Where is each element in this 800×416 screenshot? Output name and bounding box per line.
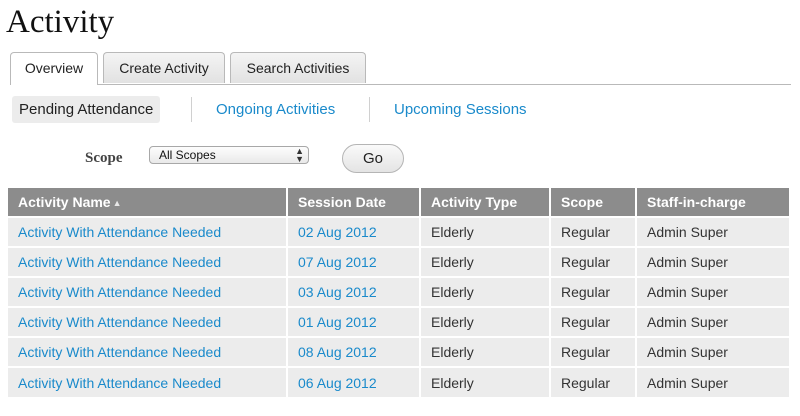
session-date-link[interactable]: 06 Aug 2012 <box>287 366 421 397</box>
activity-name-link[interactable]: Activity With Attendance Needed <box>8 246 288 277</box>
scope-cell: Regular <box>550 246 637 277</box>
staff-cell: Admin Super <box>636 246 789 277</box>
subnav-ongoing-activities[interactable]: Ongoing Activities <box>216 96 335 123</box>
column-header-staff-in-charge[interactable]: Staff-in-charge <box>636 188 789 217</box>
scope-cell: Regular <box>550 336 637 367</box>
activity-type-cell: Elderly <box>420 216 551 247</box>
activity-name-link[interactable]: Activity With Attendance Needed <box>8 306 288 337</box>
column-header-activity-name[interactable]: Activity Name ▲ <box>8 188 288 217</box>
activity-type-cell: Elderly <box>420 276 551 307</box>
column-header-activity-type[interactable]: Activity Type <box>420 188 551 217</box>
table-row: Activity With Attendance Needed 06 Aug 2… <box>8 366 789 397</box>
activity-type-cell: Elderly <box>420 246 551 277</box>
table-row: Activity With Attendance Needed 08 Aug 2… <box>8 336 789 367</box>
staff-cell: Admin Super <box>636 336 789 367</box>
tab-bar: Overview Create Activity Search Activiti… <box>10 52 791 85</box>
scope-label: Scope <box>85 150 123 166</box>
scope-select[interactable]: All Scopes ▲ ▼ <box>149 146 309 164</box>
table-header-row: Activity Name ▲ Session Date Activity Typ… <box>8 188 789 217</box>
scope-select-value: All Scopes <box>159 148 216 162</box>
activity-type-cell: Elderly <box>420 306 551 337</box>
activity-table: Activity Name ▲ Session Date Activity Typ… <box>8 188 789 397</box>
session-date-link[interactable]: 02 Aug 2012 <box>287 216 421 247</box>
scope-cell: Regular <box>550 366 637 397</box>
staff-cell: Admin Super <box>636 366 789 397</box>
page-title: Activity <box>6 4 115 40</box>
select-arrows-icon: ▲ ▼ <box>295 146 304 164</box>
activity-name-link[interactable]: Activity With Attendance Needed <box>8 276 288 307</box>
staff-cell: Admin Super <box>636 276 789 307</box>
subnav-upcoming-sessions[interactable]: Upcoming Sessions <box>394 96 527 123</box>
session-date-link[interactable]: 08 Aug 2012 <box>287 336 421 367</box>
staff-cell: Admin Super <box>636 216 789 247</box>
activity-name-link[interactable]: Activity With Attendance Needed <box>8 216 288 247</box>
activity-type-cell: Elderly <box>420 366 551 397</box>
table-row: Activity With Attendance Needed 01 Aug 2… <box>8 306 789 337</box>
activity-name-link[interactable]: Activity With Attendance Needed <box>8 336 288 367</box>
table-row: Activity With Attendance Needed 07 Aug 2… <box>8 246 789 277</box>
scope-cell: Regular <box>550 216 637 247</box>
activity-name-link[interactable]: Activity With Attendance Needed <box>8 366 288 397</box>
activity-type-cell: Elderly <box>420 336 551 367</box>
tab-create-activity[interactable]: Create Activity <box>103 52 225 83</box>
session-date-link[interactable]: 07 Aug 2012 <box>287 246 421 277</box>
tab-overview[interactable]: Overview <box>10 52 98 85</box>
subnav-divider <box>369 97 370 122</box>
subnav-divider <box>191 97 192 122</box>
table-row: Activity With Attendance Needed 03 Aug 2… <box>8 276 789 307</box>
column-header-session-date[interactable]: Session Date <box>287 188 421 217</box>
column-header-scope[interactable]: Scope <box>550 188 637 217</box>
scope-cell: Regular <box>550 306 637 337</box>
session-date-link[interactable]: 03 Aug 2012 <box>287 276 421 307</box>
session-date-link[interactable]: 01 Aug 2012 <box>287 306 421 337</box>
tab-search-activities[interactable]: Search Activities <box>230 52 366 83</box>
scope-cell: Regular <box>550 276 637 307</box>
staff-cell: Admin Super <box>636 306 789 337</box>
subnav-pending-attendance[interactable]: Pending Attendance <box>12 96 161 123</box>
column-header-label: Activity Name <box>18 194 111 210</box>
table-row: Activity With Attendance Needed 02 Aug 2… <box>8 216 789 247</box>
sort-ascending-icon: ▲ <box>112 198 122 208</box>
go-button[interactable]: Go <box>342 144 404 173</box>
